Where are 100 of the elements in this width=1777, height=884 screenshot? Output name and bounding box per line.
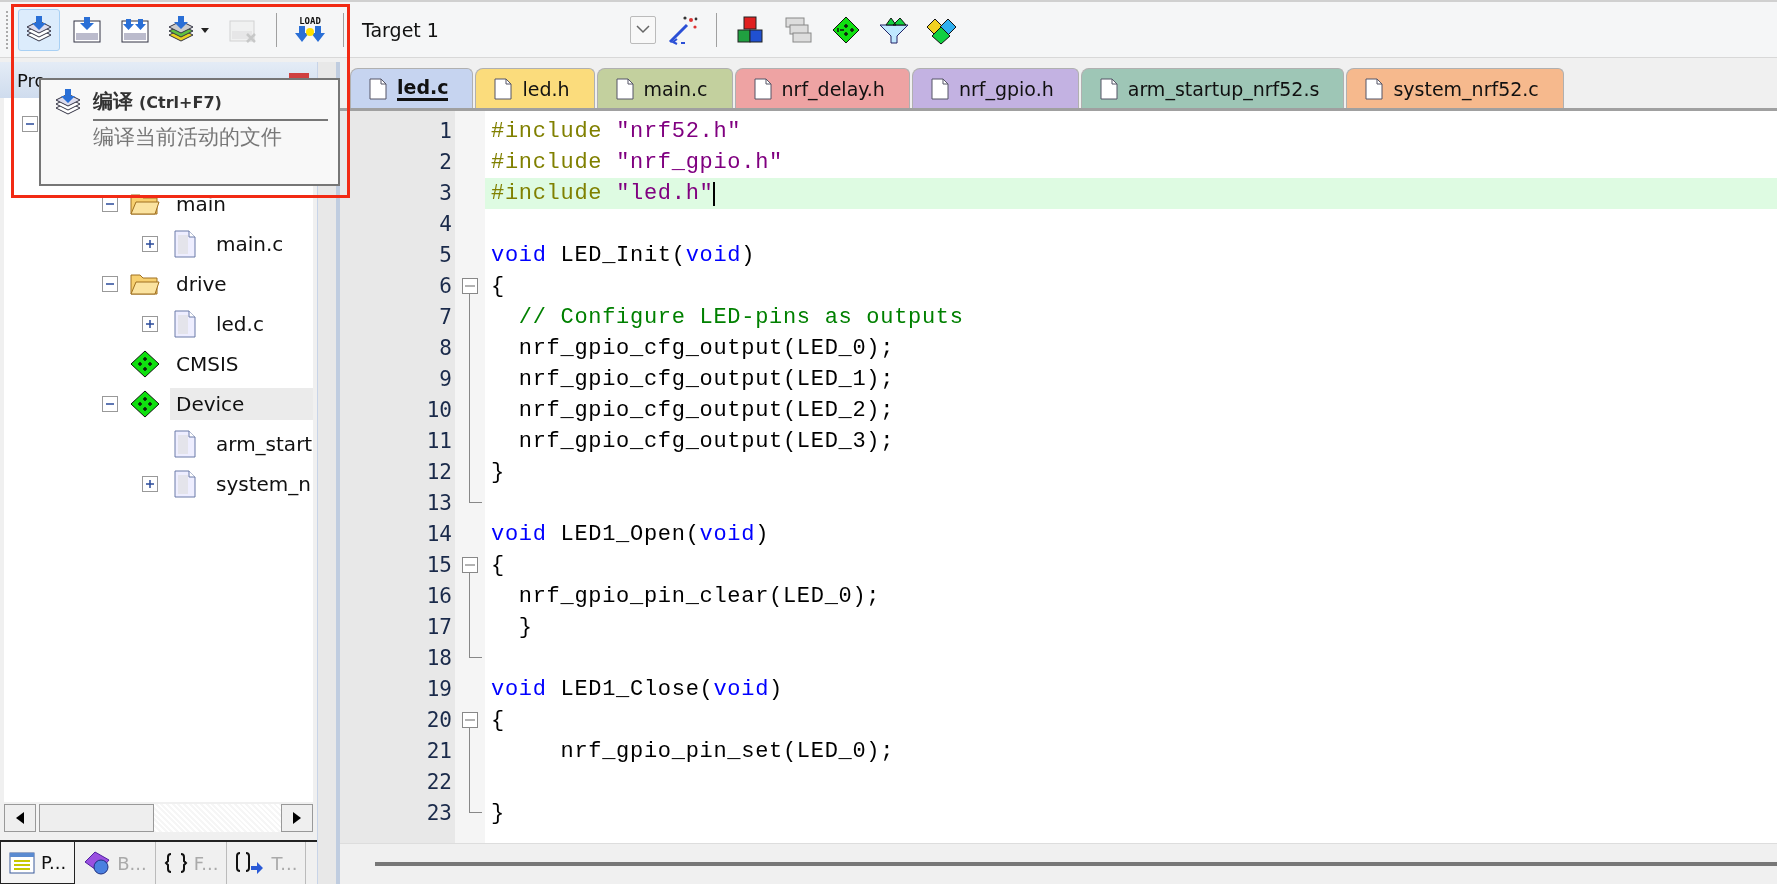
line-number: 21: [425, 738, 453, 765]
scroll-left-button[interactable]: [4, 804, 36, 832]
code-line: }: [491, 458, 505, 487]
line-number: 7: [438, 304, 453, 331]
scroll-thumb[interactable]: [39, 804, 154, 832]
file-icon: [494, 77, 513, 100]
code-line: #include "nrf52.h": [491, 117, 742, 146]
code-line: #include "led.h": [491, 179, 714, 208]
horizontal-scrollbar[interactable]: [4, 804, 313, 832]
line-number: 6: [438, 273, 453, 300]
file-tab[interactable]: system_nrf52.c: [1346, 68, 1564, 108]
code-line: nrf_gpio_cfg_output(LED_3);: [517, 427, 895, 456]
expander-icon[interactable]: [22, 116, 38, 132]
expander-icon[interactable]: [102, 276, 118, 292]
code-line: nrf_gpio_cfg_output(LED_2);: [517, 396, 895, 425]
line-number: 12: [425, 459, 453, 486]
file-tab[interactable]: led.c: [350, 68, 474, 108]
tooltip-description: 编译当前活动的文件: [93, 124, 283, 151]
file-tab[interactable]: main.c: [596, 68, 733, 108]
code-line: void LED1_Open(void): [491, 520, 770, 549]
shortcut-text: (Ctrl+F7): [139, 93, 222, 112]
file-icon: [174, 430, 196, 458]
code-line: nrf_gpio_pin_clear(LED_0);: [517, 582, 881, 611]
code-line: {: [491, 272, 505, 301]
diamond-icon: [130, 350, 160, 378]
expander-icon[interactable]: [142, 316, 158, 332]
braces-icon: [163, 852, 188, 874]
tree-item[interactable]: arm_start: [210, 428, 313, 460]
code-line: nrf_gpio_cfg_output(LED_1);: [517, 365, 895, 394]
file-tab[interactable]: nrf_delay.h: [734, 68, 910, 108]
expander-icon[interactable]: [102, 396, 118, 412]
diamond-icon: [130, 390, 160, 418]
wand-icon: [667, 14, 699, 45]
line-number: 3: [438, 180, 453, 207]
braces-arrow-icon: [235, 851, 266, 875]
file-tab[interactable]: nrf_gpio.h: [911, 68, 1079, 108]
line-number: 1: [438, 118, 453, 145]
expander-icon[interactable]: [142, 476, 158, 492]
file-icon: [1099, 77, 1118, 100]
scroll-thumb[interactable]: [375, 862, 1777, 866]
line-number: 13: [425, 490, 453, 517]
line-number: 20: [425, 707, 453, 734]
line-number: 17: [425, 614, 453, 641]
translate-button[interactable]: [18, 8, 60, 51]
code-line: nrf_gpio_cfg_output(LED_0);: [517, 334, 895, 363]
line-number: 4: [438, 211, 453, 238]
folder-icon: [130, 272, 160, 296]
file-tab[interactable]: led.h: [475, 68, 595, 108]
blocks-icon: [735, 14, 765, 45]
right-arrow-icon: [293, 812, 301, 824]
code-line: void LED1_Close(void): [491, 675, 783, 704]
code-line: {: [491, 551, 505, 580]
line-number: 10: [425, 397, 453, 424]
tree-item[interactable]: main.c: [210, 228, 313, 260]
code-line: {: [491, 706, 505, 735]
code-line: void LED_Init(void): [491, 241, 756, 270]
line-number: 23: [425, 800, 453, 827]
target-select[interactable]: Target 1: [356, 9, 656, 50]
tree-item[interactable]: drive: [170, 268, 313, 300]
file-icon: [369, 77, 387, 100]
dropdown-button[interactable]: [630, 15, 656, 44]
line-number: 16: [425, 583, 453, 610]
expander-icon[interactable]: [142, 236, 158, 252]
line-number: 8: [438, 335, 453, 362]
diamond-icon: [831, 14, 861, 45]
line-number: 19: [425, 676, 453, 703]
code-line: }: [517, 613, 533, 642]
line-number: 15: [425, 552, 453, 579]
fold-icon[interactable]: [462, 712, 478, 728]
fold-icon[interactable]: [462, 557, 478, 573]
fold-icon[interactable]: [462, 278, 478, 294]
line-number: 22: [425, 769, 453, 796]
code-line: }: [491, 799, 505, 828]
code-line: #include "nrf_gpio.h": [491, 148, 783, 177]
code-line: nrf_gpio_pin_set(LED_0);: [559, 737, 895, 766]
line-number: 11: [425, 428, 453, 455]
tooltip-title: 编译: [93, 88, 133, 115]
caret-icon: [636, 25, 650, 34]
file-icon: [174, 230, 196, 258]
panel-tab[interactable]: P...: [0, 842, 76, 884]
arrows-icon: [295, 25, 325, 44]
file-tab[interactable]: arm_startup_nrf52.s: [1080, 68, 1345, 108]
file-icon: [174, 310, 196, 338]
tree-item[interactable]: system_n: [210, 468, 313, 500]
line-number: 14: [425, 521, 453, 548]
left-arrow-icon: [16, 812, 24, 824]
file-icon: [615, 77, 634, 100]
file-icon: [1365, 77, 1384, 100]
file-icon: [930, 77, 949, 100]
tree-item[interactable]: CMSIS: [170, 348, 313, 380]
tree-item[interactable]: led.c: [210, 308, 313, 340]
file-icon: [753, 77, 772, 100]
load-button[interactable]: LOAD: [289, 8, 331, 51]
code-line: // Configure LED-pins as outputs: [517, 303, 964, 332]
tree-item[interactable]: Device: [170, 388, 313, 420]
line-number: 5: [438, 242, 453, 269]
scroll-right-button[interactable]: [281, 804, 313, 832]
download-icon: [72, 14, 102, 45]
text-cursor: [713, 181, 716, 206]
tree-item[interactable]: main: [170, 188, 313, 220]
